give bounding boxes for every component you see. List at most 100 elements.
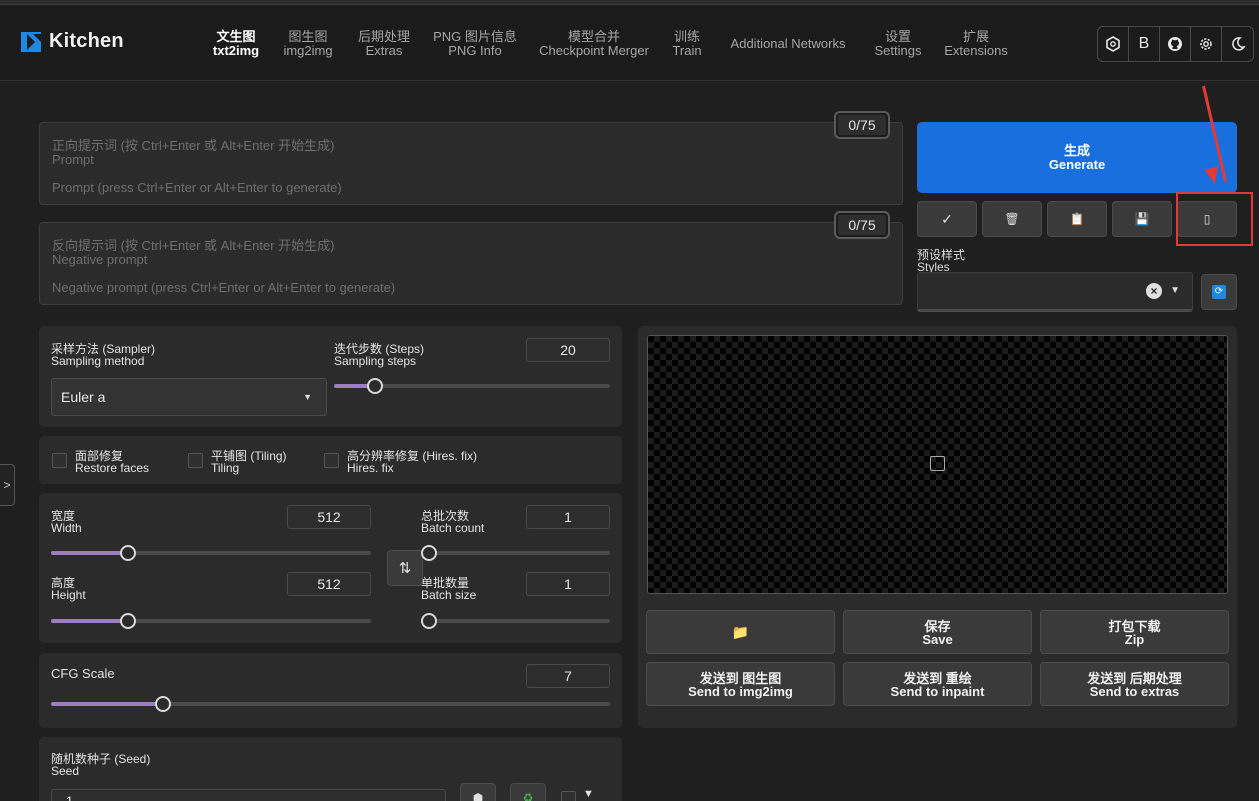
sampler-dropdown[interactable]: Euler a ▼ xyxy=(51,378,327,416)
zip-label-en: Zip xyxy=(1124,632,1145,647)
tab-label-en: Train xyxy=(672,43,702,58)
refresh-icon: ⟳ xyxy=(1212,285,1226,299)
window-top-strip xyxy=(0,0,1259,5)
batch-size-slider-thumb[interactable] xyxy=(421,613,437,629)
refresh-styles-button[interactable]: ⟳ xyxy=(1201,274,1237,310)
clipboard-button[interactable]: 📋 xyxy=(1047,201,1107,237)
sampler-label-en: Sampling method xyxy=(51,354,145,368)
moon-icon[interactable] xyxy=(1222,27,1253,61)
tab-settings[interactable]: 设置 Settings xyxy=(875,30,922,58)
batch-count-slider-thumb[interactable] xyxy=(421,545,437,561)
github-icon[interactable] xyxy=(1160,27,1191,61)
generate-label-zh: 生成 xyxy=(1063,143,1090,158)
gear-icon[interactable] xyxy=(1191,27,1222,61)
swap-dimensions-button[interactable]: ⇅ xyxy=(387,550,423,586)
b-button[interactable]: B xyxy=(1129,27,1160,61)
tab-additional-networks[interactable]: Additional Networks xyxy=(731,30,846,51)
zip-button[interactable]: 打包下载 Zip xyxy=(1040,610,1229,654)
header: Kitchen 文生图 txt2img 图生图 img2img 后期处理 Ext… xyxy=(0,6,1259,81)
clear-icon[interactable]: × xyxy=(1146,283,1162,299)
prompt-token-counter: 0/75 xyxy=(834,111,890,139)
negative-placeholder-zh: 反向提示词 (按 Ctrl+Enter 或 Alt+Enter 开始生成) xyxy=(52,238,335,253)
logo[interactable]: Kitchen xyxy=(21,30,124,53)
open-folder-button[interactable]: 📁 xyxy=(646,610,835,654)
tab-label-zh: 训练 xyxy=(673,29,701,44)
height-slider[interactable] xyxy=(51,613,371,629)
send-img2img-label-en: Send to img2img xyxy=(688,684,793,699)
width-label: 宽度 Width xyxy=(51,510,82,534)
send-to-extras-button[interactable]: 发送到 后期处理 Send to extras xyxy=(1040,662,1229,706)
restore-faces-checkbox[interactable] xyxy=(52,453,67,468)
width-input[interactable]: 512 xyxy=(287,505,371,529)
chevron-right-icon: > xyxy=(3,478,11,492)
extra-seed-checkbox[interactable] xyxy=(561,791,576,801)
cfg-slider-thumb[interactable] xyxy=(154,696,171,712)
tab-train[interactable]: 训练 Train xyxy=(672,30,701,58)
steps-slider[interactable] xyxy=(334,378,610,394)
batch-size-input[interactable]: 1 xyxy=(526,572,610,596)
hexagon-icon[interactable] xyxy=(1098,27,1129,61)
trash-button[interactable]: 🗑 xyxy=(982,201,1042,237)
sampler-value: Euler a xyxy=(61,389,106,405)
tab-txt2img[interactable]: 文生图 txt2img xyxy=(213,30,259,58)
annotation-highlight-box xyxy=(1176,192,1253,246)
tab-extras[interactable]: 后期处理 Extras xyxy=(358,30,410,58)
tab-label-zh: 文生图 xyxy=(216,29,256,44)
cfg-label: CFG Scale xyxy=(51,666,115,681)
width-slider-thumb[interactable] xyxy=(119,545,136,561)
side-panel-toggle[interactable]: > xyxy=(0,464,15,506)
tiling-label: 平铺图 (Tiling) Tiling xyxy=(211,450,287,474)
save-style-button[interactable]: 💾 xyxy=(1112,201,1172,237)
check-button[interactable]: ✓ xyxy=(917,201,977,237)
send-to-img2img-button[interactable]: 发送到 图生图 Send to img2img xyxy=(646,662,835,706)
save-button[interactable]: 保存 Save xyxy=(843,610,1032,654)
steps-label-en: Sampling steps xyxy=(334,354,417,368)
negative-prompt-input[interactable]: 反向提示词 (按 Ctrl+Enter 或 Alt+Enter 开始生成) Ne… xyxy=(39,222,903,305)
folder-icon: 📁 xyxy=(731,624,750,640)
height-label: 高度 Height xyxy=(51,577,86,601)
send-extras-label-en: Send to extras xyxy=(1089,684,1180,699)
sampler-label: 采样方法 (Sampler) Sampling method xyxy=(51,343,155,367)
tab-extensions[interactable]: 扩展 Extensions xyxy=(944,30,1008,58)
tiling-label-en: Tiling xyxy=(211,461,240,475)
seed-input[interactable]: -1 xyxy=(51,789,446,801)
height-input[interactable]: 512 xyxy=(287,572,371,596)
batch-size-slider[interactable] xyxy=(421,613,610,629)
tab-checkpoint-merger[interactable]: 模型合并 Checkpoint Merger xyxy=(539,30,649,58)
prompt-input[interactable]: 正向提示词 (按 Ctrl+Enter 或 Alt+Enter 开始生成) Pr… xyxy=(39,122,903,205)
tab-label-en: img2img xyxy=(283,43,333,58)
send-to-inpaint-button[interactable]: 发送到 重绘 Send to inpaint xyxy=(843,662,1032,706)
tab-label-zh: 后期处理 xyxy=(357,29,411,44)
reuse-seed-button[interactable]: ♻ xyxy=(510,783,546,801)
cfg-slider[interactable] xyxy=(51,696,610,712)
batch-count-label: 总批次数 Batch count xyxy=(421,510,484,534)
trash-icon: 🗑 xyxy=(1004,212,1020,226)
prompt-placeholder-label: Prompt xyxy=(52,152,94,167)
height-slider-fill xyxy=(51,619,128,623)
batch-count-input[interactable]: 1 xyxy=(526,505,610,529)
random-seed-button[interactable]: ⬢ xyxy=(460,783,496,801)
expand-triangle-icon[interactable]: ▼ xyxy=(583,788,594,800)
styles-select[interactable]: × ▼ xyxy=(917,272,1193,312)
chevron-down-icon: ▼ xyxy=(1170,285,1180,296)
tab-label-en: Extras xyxy=(365,43,403,58)
tab-png-info[interactable]: PNG 图片信息 PNG Info xyxy=(433,30,517,58)
styles-label: 预设样式 Styles xyxy=(917,249,965,273)
width-slider[interactable] xyxy=(51,545,371,561)
save-label-en: Save xyxy=(922,632,953,647)
negative-token-counter: 0/75 xyxy=(834,211,890,239)
batch-count-slider[interactable] xyxy=(421,545,610,561)
steps-input[interactable]: 20 xyxy=(526,338,610,362)
clipboard-icon: 📋 xyxy=(1069,212,1085,226)
tiling-checkbox[interactable] xyxy=(188,453,203,468)
tab-img2img[interactable]: 图生图 img2img xyxy=(283,30,332,58)
generate-label-en: Generate xyxy=(1048,157,1106,172)
hires-fix-checkbox[interactable] xyxy=(324,453,339,468)
cfg-input[interactable]: 7 xyxy=(526,664,610,688)
height-slider-thumb[interactable] xyxy=(119,613,136,629)
chevron-down-icon: ▼ xyxy=(303,392,312,402)
hires-fix-label-en: Hires. fix xyxy=(347,461,394,475)
hires-fix-label: 高分辨率修复 (Hires. fix) Hires. fix xyxy=(347,450,477,474)
generate-button[interactable]: 生成 Generate xyxy=(917,122,1237,193)
kitchen-logo-icon xyxy=(21,31,41,52)
